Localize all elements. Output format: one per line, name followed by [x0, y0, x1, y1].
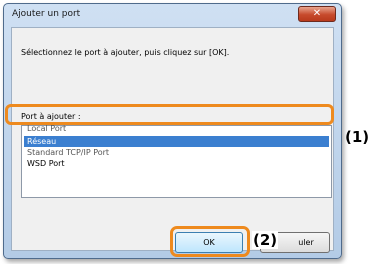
selection-highlight — [5, 104, 334, 125]
list-item-label: WSD Port — [27, 159, 65, 168]
ok-highlight — [170, 226, 250, 257]
list-item-label: Standard TCP/IP Port — [27, 148, 110, 157]
list-item-standard-tcpip[interactable]: Standard TCP/IP Port — [24, 147, 329, 158]
list-item-reseau[interactable]: Réseau — [24, 136, 329, 147]
cancel-button-label: uler — [298, 238, 314, 247]
port-listbox[interactable]: Local Port Réseau Standard TCP/IP Port W… — [21, 124, 332, 198]
list-item-label: Local Port — [27, 124, 67, 133]
close-icon: ✕ — [312, 8, 322, 19]
instruction-text: Sélectionnez le port à ajouter, puis cli… — [21, 48, 230, 57]
dialog-body: Sélectionnez le port à ajouter, puis cli… — [11, 27, 334, 251]
dialog-title: Ajouter un port — [12, 9, 81, 19]
callout-1: (1) — [345, 128, 370, 146]
list-item-label: Réseau — [27, 137, 57, 146]
list-item-wsd-port[interactable]: WSD Port — [24, 158, 329, 169]
callout-2: (2) — [252, 231, 279, 249]
add-port-dialog: Ajouter un port ✕ Sélectionnez le port à… — [3, 3, 342, 259]
close-button[interactable]: ✕ — [298, 6, 336, 22]
title-bar[interactable]: Ajouter un port ✕ — [4, 4, 341, 26]
